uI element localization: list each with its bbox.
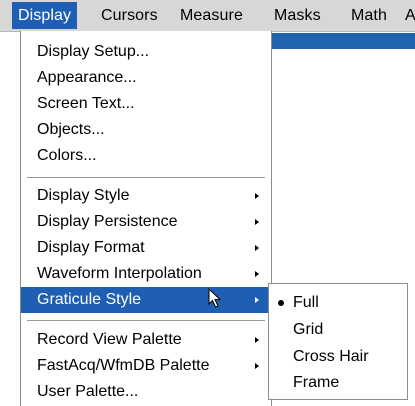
menu-item-label: FastAcq/WfmDB Palette	[37, 357, 210, 374]
menu-cursors[interactable]: Cursors	[95, 2, 164, 29]
submenu-arrow-icon	[255, 363, 259, 369]
mouse-pointer-icon	[208, 288, 222, 308]
menu-item-user-palette[interactable]: User Palette...	[21, 379, 271, 405]
submenu-arrow-icon	[255, 193, 259, 199]
submenu-item-cross-hair[interactable]: Cross Hair	[269, 344, 407, 370]
submenu-item-label: Frame	[293, 374, 340, 391]
submenu-item-label: Full	[293, 294, 319, 311]
menu-separator	[27, 320, 265, 322]
background-window-titlebar	[267, 33, 415, 49]
menu-item-label: Screen Text...	[37, 95, 135, 112]
menu-item-label: Waveform Interpolation	[37, 265, 202, 282]
menu-item-label: Display Setup...	[37, 43, 150, 60]
menu-item-display-persistence[interactable]: Display Persistence	[21, 209, 271, 235]
submenu-item-full[interactable]: Full	[269, 290, 407, 316]
menu-display[interactable]: Display	[12, 2, 78, 29]
menu-item-display-format[interactable]: Display Format	[21, 235, 271, 261]
submenu-arrow-icon	[255, 271, 259, 277]
menu-partial-item[interactable]: A	[405, 2, 415, 29]
submenu-arrow-icon	[255, 219, 259, 225]
menu-separator	[27, 177, 265, 179]
menu-item-label: Display Persistence	[37, 213, 178, 230]
menu-item-label: Record View Palette	[37, 331, 182, 348]
menu-item-display-style[interactable]: Display Style	[21, 183, 271, 209]
menu-item-label: Colors...	[37, 147, 97, 164]
menu-item-label: Graticule Style	[37, 291, 142, 308]
selected-bullet-icon	[278, 300, 284, 306]
graticule-style-submenu: Full Grid Cross Hair Frame	[268, 283, 408, 400]
submenu-item-grid[interactable]: Grid	[269, 317, 407, 343]
menu-masks[interactable]: Masks	[268, 2, 327, 29]
menu-item-screen-text[interactable]: Screen Text...	[21, 91, 271, 117]
menu-bar: Display Cursors Measure Masks Math A	[0, 0, 415, 32]
submenu-arrow-icon	[255, 297, 259, 303]
menu-item-record-view-palette[interactable]: Record View Palette	[21, 327, 271, 353]
menu-item-label: Appearance...	[37, 69, 137, 86]
menu-item-appearance[interactable]: Appearance...	[21, 65, 271, 91]
menu-item-objects[interactable]: Objects...	[21, 117, 271, 143]
menu-measure[interactable]: Measure	[174, 2, 249, 29]
menu-item-label: Display Format	[37, 239, 145, 256]
menu-math[interactable]: Math	[345, 2, 393, 29]
menu-item-label: Objects...	[37, 121, 105, 138]
submenu-item-frame[interactable]: Frame	[269, 370, 407, 396]
menu-item-display-setup[interactable]: Display Setup...	[21, 39, 271, 65]
submenu-arrow-icon	[255, 337, 259, 343]
display-menu: Display Setup... Appearance... Screen Te…	[20, 31, 272, 406]
submenu-arrow-icon	[255, 245, 259, 251]
menu-item-waveform-interpolation[interactable]: Waveform Interpolation	[21, 261, 271, 287]
menu-item-graticule-style[interactable]: Graticule Style	[21, 287, 271, 313]
menu-item-label: Display Style	[37, 187, 130, 204]
menu-item-label: User Palette...	[37, 383, 139, 400]
submenu-item-label: Grid	[293, 321, 324, 338]
submenu-item-label: Cross Hair	[293, 348, 369, 365]
menu-item-fastacq-wfmdb-palette[interactable]: FastAcq/WfmDB Palette	[21, 353, 271, 379]
menu-item-colors[interactable]: Colors...	[21, 143, 271, 169]
